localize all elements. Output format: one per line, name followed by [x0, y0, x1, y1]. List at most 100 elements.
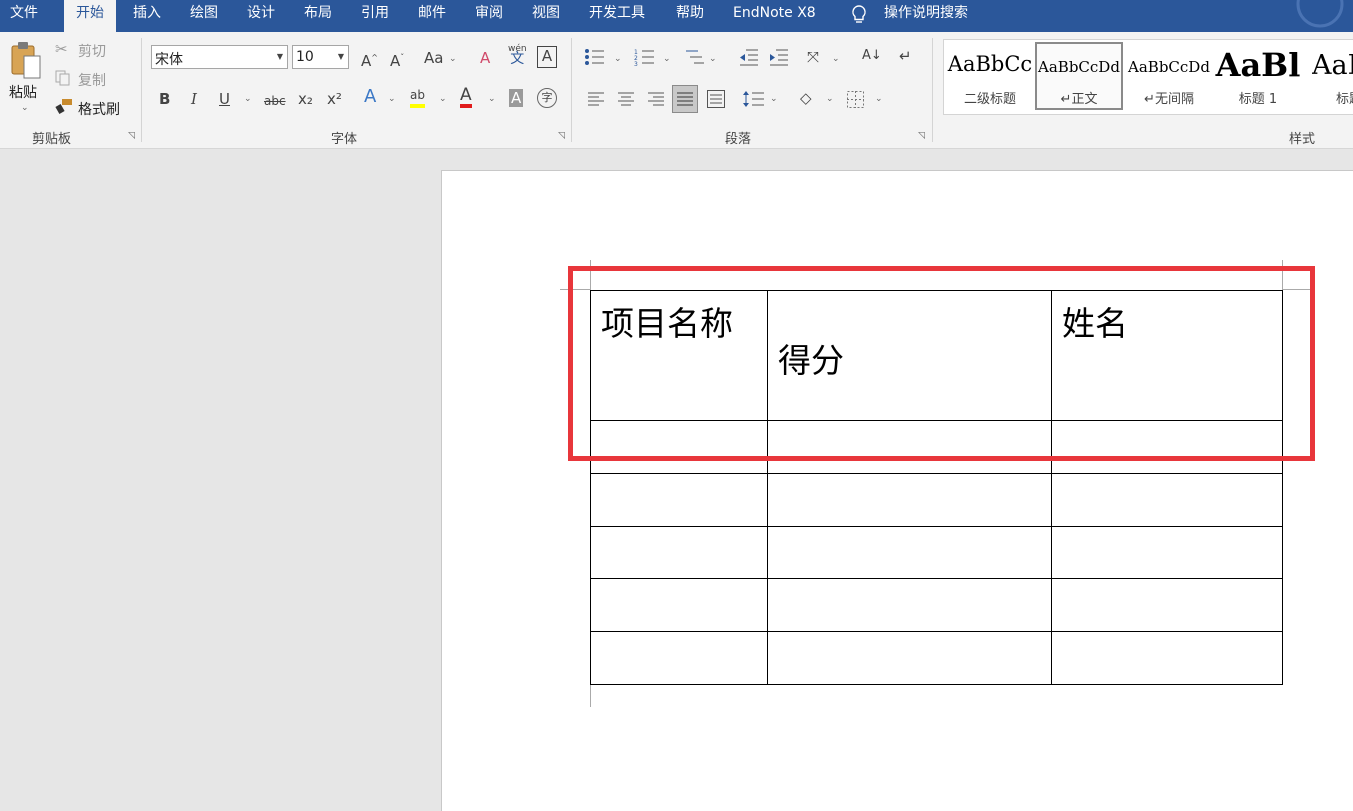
superscript-icon[interactable]: x² [327, 90, 342, 108]
copy-button[interactable]: 复制 [78, 70, 106, 90]
tell-me-search[interactable]: 操作说明搜索 [884, 0, 968, 32]
increase-indent-icon[interactable] [768, 48, 790, 66]
style-no-spacing[interactable]: AaBbCcDd ↵无间隔 [1125, 42, 1213, 110]
tab-file[interactable]: 文件 [10, 0, 38, 32]
character-shading-icon[interactable]: A [509, 89, 524, 107]
character-border-icon[interactable]: A [537, 46, 557, 68]
tab-view[interactable]: 视图 [532, 0, 560, 32]
line-spacing-icon[interactable] [743, 90, 765, 108]
align-left-icon[interactable] [588, 92, 604, 106]
numbering-icon[interactable]: 123 [634, 48, 656, 66]
table-cell[interactable] [590, 631, 768, 685]
chevron-down-icon[interactable]: ⌄ [388, 94, 396, 104]
tab-review[interactable]: 审阅 [475, 0, 503, 32]
chevron-down-icon[interactable]: ⌄ [614, 54, 622, 64]
table-row [590, 473, 1283, 527]
style-title[interactable]: AaB 标题 [1302, 42, 1353, 110]
table-cell[interactable] [1051, 578, 1283, 632]
strikethrough-icon[interactable]: abc [264, 92, 286, 110]
tab-insert[interactable]: 插入 [133, 0, 161, 32]
table-cell[interactable] [767, 631, 1052, 685]
style-heading-2[interactable]: AaBbCc 二级标题 [946, 42, 1034, 110]
paste-dropdown-icon[interactable]: ⌄ [21, 103, 29, 113]
font-name-combo[interactable]: 宋体 ▼ [151, 45, 288, 69]
table-row [590, 578, 1283, 632]
align-right-icon[interactable] [648, 92, 664, 106]
font-launcher-icon[interactable]: ◹ [558, 132, 567, 141]
table-cell[interactable] [590, 578, 768, 632]
paragraph-launcher-icon[interactable]: ◹ [918, 132, 927, 141]
table-cell[interactable] [1051, 526, 1283, 579]
paste-icon[interactable] [10, 40, 44, 82]
bold-icon[interactable]: B [159, 90, 170, 108]
underline-icon[interactable]: U [219, 90, 230, 108]
chevron-down-icon[interactable]: ⌄ [244, 94, 252, 104]
chevron-down-icon[interactable]: ⌄ [770, 94, 778, 104]
distributed-icon[interactable] [707, 90, 725, 108]
tab-references[interactable]: 引用 [361, 0, 389, 32]
divider [932, 38, 933, 142]
phonetic-guide-icon[interactable]: wén 文 [508, 44, 527, 66]
tab-endnote[interactable]: EndNote X8 [733, 0, 816, 32]
style-sample: AaBl [1215, 46, 1301, 84]
font-size-value: 10 [296, 49, 314, 65]
justify-button[interactable] [672, 85, 698, 113]
clear-formatting-icon[interactable]: A [480, 49, 490, 67]
table-cell[interactable] [767, 526, 1052, 579]
highlight-icon[interactable]: ab [410, 86, 425, 108]
enclose-characters-icon[interactable]: 字 [537, 88, 557, 108]
tab-layout[interactable]: 布局 [304, 0, 332, 32]
format-painter-button[interactable]: 格式刷 [78, 99, 120, 119]
paste-button[interactable]: 粘贴 [9, 82, 37, 102]
table-cell[interactable] [767, 473, 1052, 527]
tab-help[interactable]: 帮助 [676, 0, 704, 32]
chevron-down-icon[interactable]: ⌄ [826, 94, 834, 104]
character-scaling-icon[interactable]: ⤧ [807, 48, 819, 66]
clipboard-launcher-icon[interactable]: ◹ [128, 132, 137, 141]
tab-home[interactable]: 开始 [64, 0, 116, 32]
chevron-down-icon[interactable]: ⌄ [875, 94, 883, 104]
decrease-indent-icon[interactable] [738, 48, 760, 66]
show-marks-icon[interactable]: ↵ [899, 47, 912, 65]
style-name: ↵无间隔 [1144, 92, 1194, 107]
chevron-down-icon[interactable]: ⌄ [832, 54, 840, 64]
table-cell[interactable] [1051, 473, 1283, 527]
chevron-down-icon[interactable]: ⌄ [663, 54, 671, 64]
tab-developer[interactable]: 开发工具 [589, 0, 645, 32]
tab-mailings[interactable]: 邮件 [418, 0, 446, 32]
font-size-combo[interactable]: 10 ▼ [292, 45, 349, 69]
chevron-down-icon[interactable]: ⌄ [439, 94, 447, 104]
cut-button[interactable]: 剪切 [78, 41, 106, 61]
grow-font-icon[interactable]: A^ [361, 49, 378, 70]
table-cell[interactable] [590, 473, 768, 527]
italic-icon[interactable]: I [191, 90, 197, 108]
table-cell[interactable] [1051, 631, 1283, 685]
table-cell[interactable] [767, 578, 1052, 632]
change-case-icon[interactable]: Aa [424, 49, 443, 67]
tab-design[interactable]: 设计 [247, 0, 275, 32]
tab-draw[interactable]: 绘图 [190, 0, 218, 32]
shrink-font-icon[interactable]: Aˇ [390, 49, 404, 70]
highlight-annotation-box [568, 266, 1315, 461]
account-icon[interactable] [1292, 0, 1352, 32]
sort-icon[interactable]: A↓ [862, 47, 882, 65]
subscript-icon[interactable]: x₂ [298, 90, 313, 108]
chevron-down-icon[interactable]: ⌄ [488, 94, 496, 104]
chevron-down-icon[interactable]: ⌄ [449, 54, 457, 64]
align-center-icon[interactable] [618, 92, 634, 106]
corner-mark [590, 685, 591, 707]
text-effects-icon[interactable]: A [364, 88, 376, 106]
chevron-down-icon[interactable]: ⌄ [709, 54, 717, 64]
copy-icon[interactable] [55, 70, 71, 86]
borders-icon[interactable] [847, 91, 864, 108]
format-painter-icon[interactable] [55, 98, 73, 114]
style-heading-1[interactable]: AaBl 标题 1 [1214, 42, 1302, 110]
paragraph-shading-icon[interactable]: ◇ [800, 89, 812, 107]
multilevel-list-icon[interactable] [684, 48, 706, 66]
table-cell[interactable] [590, 526, 768, 579]
cut-icon[interactable]: ✂ [55, 40, 68, 58]
style-normal[interactable]: AaBbCcDd ↵正文 [1035, 42, 1123, 110]
table-row [590, 526, 1283, 579]
font-color-icon[interactable]: A [460, 86, 472, 108]
bullets-icon[interactable] [584, 48, 606, 66]
